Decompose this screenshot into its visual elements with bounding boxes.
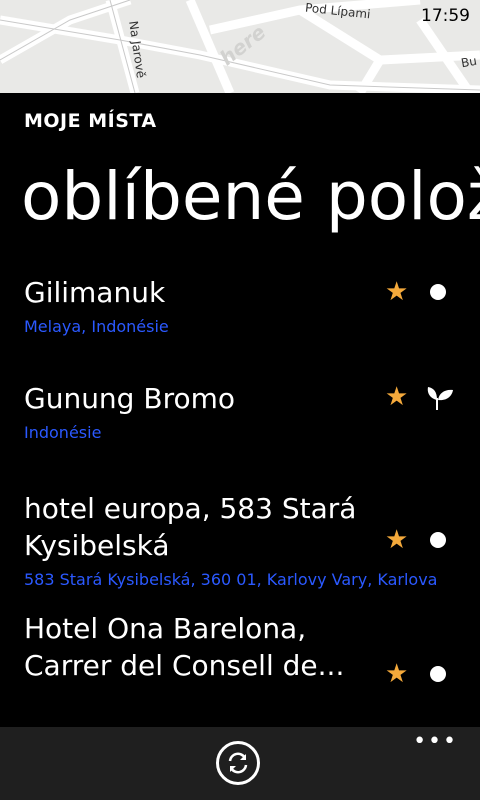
star-icon: ★ [385,382,409,412]
app-title: MOJE MÍSTA [24,110,157,132]
favorite-item[interactable]: hotel europa, 583 Stará Kysibelská 583 S… [0,474,480,610]
item-subtitle[interactable]: Indonésie [24,423,454,442]
sync-icon [228,752,248,774]
favorites-list: Gilimanuk Melaya, Indonésie ★ Gunung Bro… [0,264,480,710]
application-bar: ••• [0,727,480,800]
leaf-icon [427,387,453,410]
item-subtitle[interactable]: 583 Stará Kysibelská, 360 01, Karlovy Va… [24,570,454,589]
pivot-header-favorites[interactable]: oblíbené polož [21,158,480,235]
dot-icon [430,666,446,682]
star-icon: ★ [385,525,409,555]
dot-icon [430,284,446,300]
favorite-item[interactable]: Gunung Bromo Indonésie ★ [0,370,480,474]
star-icon: ★ [385,277,409,307]
item-title: Gilimanuk [24,276,166,309]
item-title: Hotel Ona Barelona, Carrer del Consell d… [24,612,345,682]
item-title: Gunung Bromo [24,382,235,415]
item-subtitle[interactable]: Melaya, Indonésie [24,317,454,336]
star-icon: ★ [385,659,409,689]
map-preview[interactable]: Pod Lípami Na Jarově Bu here 17:59 [0,0,480,93]
dot-icon [430,532,446,548]
item-title: hotel europa, 583 Stará Kysibelská [24,492,357,562]
favorite-item[interactable]: Gilimanuk Melaya, Indonésie ★ [0,264,480,370]
more-options-button[interactable]: ••• [413,731,458,753]
sync-button[interactable] [216,741,260,785]
status-clock: 17:59 [421,6,470,26]
street-label: Bu [459,53,478,71]
favorite-item[interactable]: Hotel Ona Barelona, Carrer del Consell d… [0,610,480,710]
